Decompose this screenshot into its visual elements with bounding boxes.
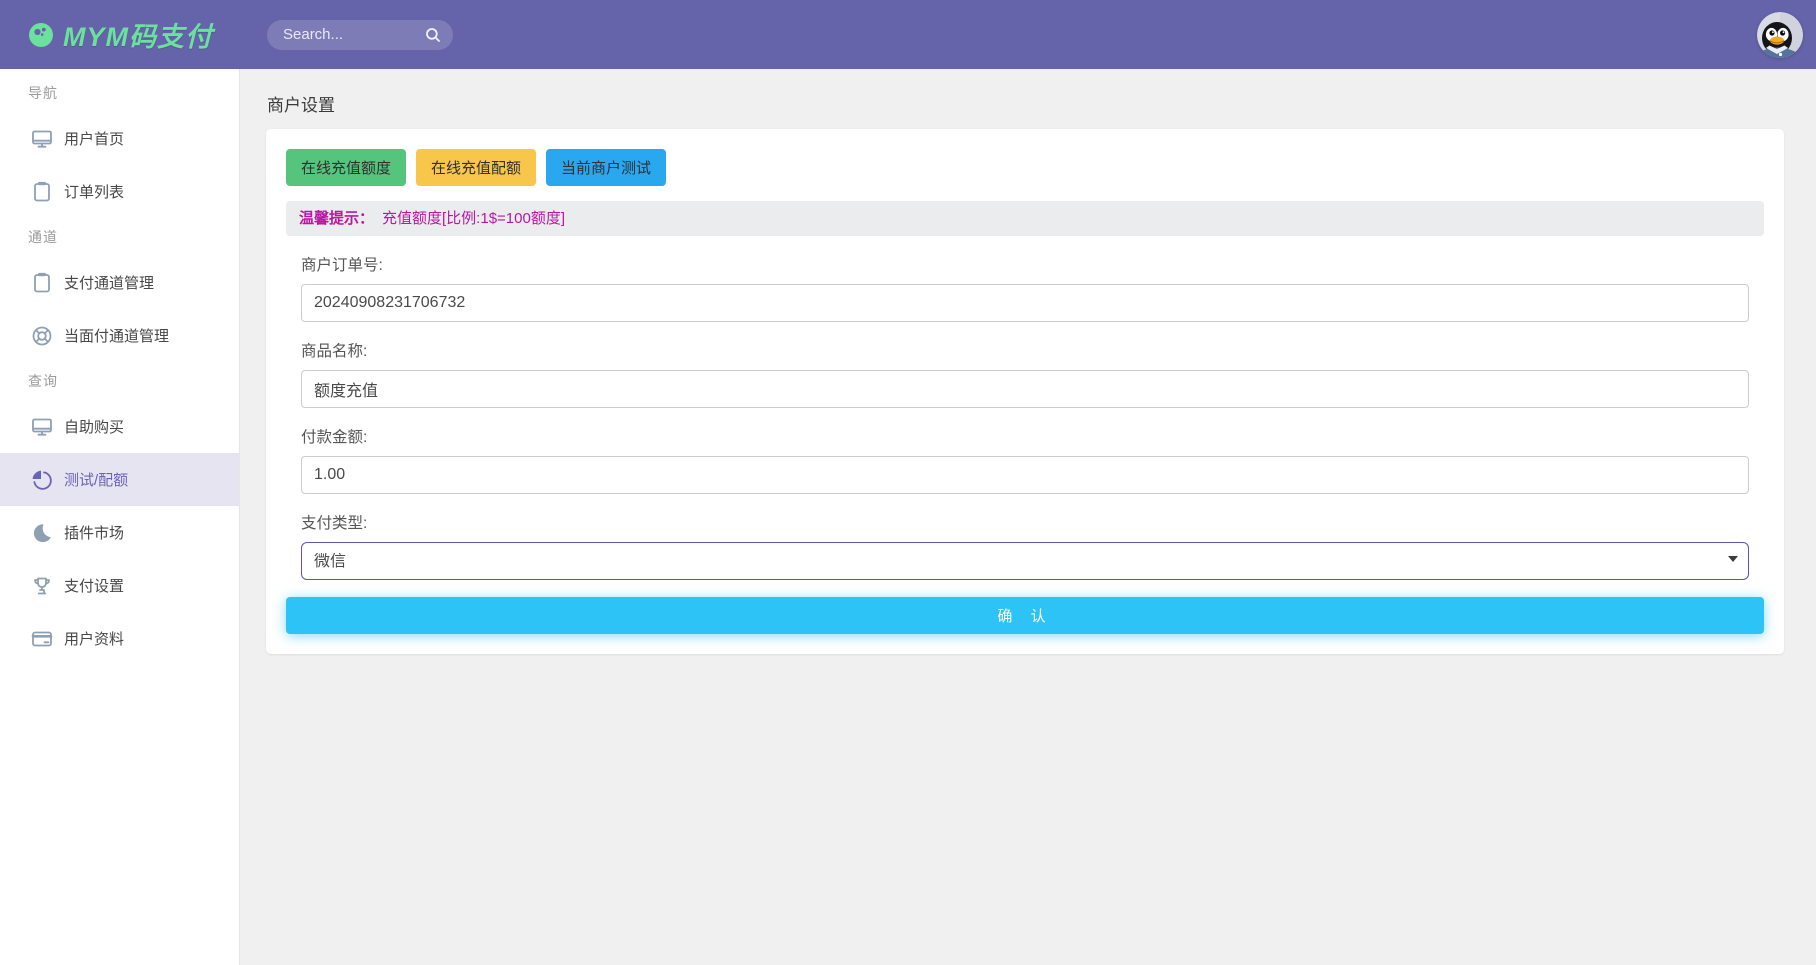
pie-chart-icon (30, 468, 54, 492)
field-label: 商户订单号: (301, 253, 1749, 275)
sidebar-section-label: 导航 (0, 74, 239, 112)
logo-icon (27, 21, 55, 49)
sidebar-item[interactable]: 自助购买 (0, 400, 239, 453)
search-box (267, 20, 453, 50)
sidebar-item-label: 订单列表 (64, 181, 124, 202)
sidebar-item[interactable]: 订单列表 (0, 165, 239, 218)
sidebar-item-label: 用户首页 (64, 128, 124, 149)
merchant-form: 商户订单号: 商品名称: 付款金额: 支付类型: 微信 (301, 253, 1749, 580)
moon-icon (30, 521, 54, 545)
sidebar-item-label: 当面付通道管理 (64, 325, 169, 346)
sidebar-item-label: 支付通道管理 (64, 272, 154, 293)
sidebar-item[interactable]: 插件市场 (0, 506, 239, 559)
action-button[interactable]: 当前商户测试 (546, 149, 666, 186)
page-title: 商户设置 (267, 91, 1783, 116)
action-button[interactable]: 在线充值额度 (286, 149, 406, 186)
sidebar-item[interactable]: 测试/配额 (0, 453, 239, 506)
main-content: 商户设置 在线充值额度在线充值配额当前商户测试 温馨提示： 充值额度[比例:1$=… (240, 69, 1816, 965)
pay-type-select[interactable]: 微信 (301, 542, 1749, 580)
search-icon[interactable] (424, 26, 442, 44)
confirm-button[interactable]: 确 认 (286, 597, 1764, 634)
trophy-icon (30, 574, 54, 598)
sidebar-item[interactable]: 用户资料 (0, 612, 239, 665)
sidebar-item-label: 支付设置 (64, 575, 124, 596)
sidebar-section-label: 查询 (0, 362, 239, 400)
credit-card-icon (30, 627, 54, 651)
logo[interactable]: MYM码支付 (0, 15, 240, 54)
action-button-row: 在线充值额度在线充值配额当前商户测试 (286, 149, 1764, 186)
field-label: 支付类型: (301, 511, 1749, 533)
field-label: 付款金额: (301, 425, 1749, 447)
merchant-settings-card: 在线充值额度在线充值配额当前商户测试 温馨提示： 充值额度[比例:1$=100额度… (266, 129, 1784, 654)
sidebar-section-label: 通道 (0, 218, 239, 256)
alert-tip: 温馨提示： 充值额度[比例:1$=100额度] (286, 201, 1764, 236)
sidebar-item-label: 测试/配额 (64, 469, 128, 490)
alert-message: 充值额度[比例:1$=100额度] (382, 210, 565, 227)
sidebar-item-label: 插件市场 (64, 522, 124, 543)
alert-prefix: 温馨提示： (299, 210, 374, 227)
top-header: MYM码支付 (0, 0, 1816, 69)
sidebar: 导航用户首页订单列表通道支付通道管理当面付通道管理查询自助购买测试/配额插件市场… (0, 69, 240, 965)
sidebar-item[interactable]: 支付设置 (0, 559, 239, 612)
clipboard-icon (30, 180, 54, 204)
desktop-icon (30, 415, 54, 439)
life-ring-icon (30, 324, 54, 348)
qq-penguin-icon (1757, 12, 1803, 58)
sidebar-item[interactable]: 支付通道管理 (0, 256, 239, 309)
form-text-input[interactable] (301, 456, 1749, 494)
desktop-icon (30, 127, 54, 151)
form-text-input[interactable] (301, 284, 1749, 322)
form-text-input[interactable] (301, 370, 1749, 408)
sidebar-item[interactable]: 用户首页 (0, 112, 239, 165)
logo-text: MYM码支付 (63, 15, 213, 54)
sidebar-item[interactable]: 当面付通道管理 (0, 309, 239, 362)
sidebar-item-label: 用户资料 (64, 628, 124, 649)
user-avatar[interactable] (1757, 12, 1803, 58)
pay-type-select-wrap: 微信 (301, 542, 1749, 580)
sidebar-nav: 导航用户首页订单列表通道支付通道管理当面付通道管理查询自助购买测试/配额插件市场… (0, 74, 239, 665)
field-label: 商品名称: (301, 339, 1749, 361)
action-button[interactable]: 在线充值配额 (416, 149, 536, 186)
sidebar-item-label: 自助购买 (64, 416, 124, 437)
clipboard-icon (30, 271, 54, 295)
